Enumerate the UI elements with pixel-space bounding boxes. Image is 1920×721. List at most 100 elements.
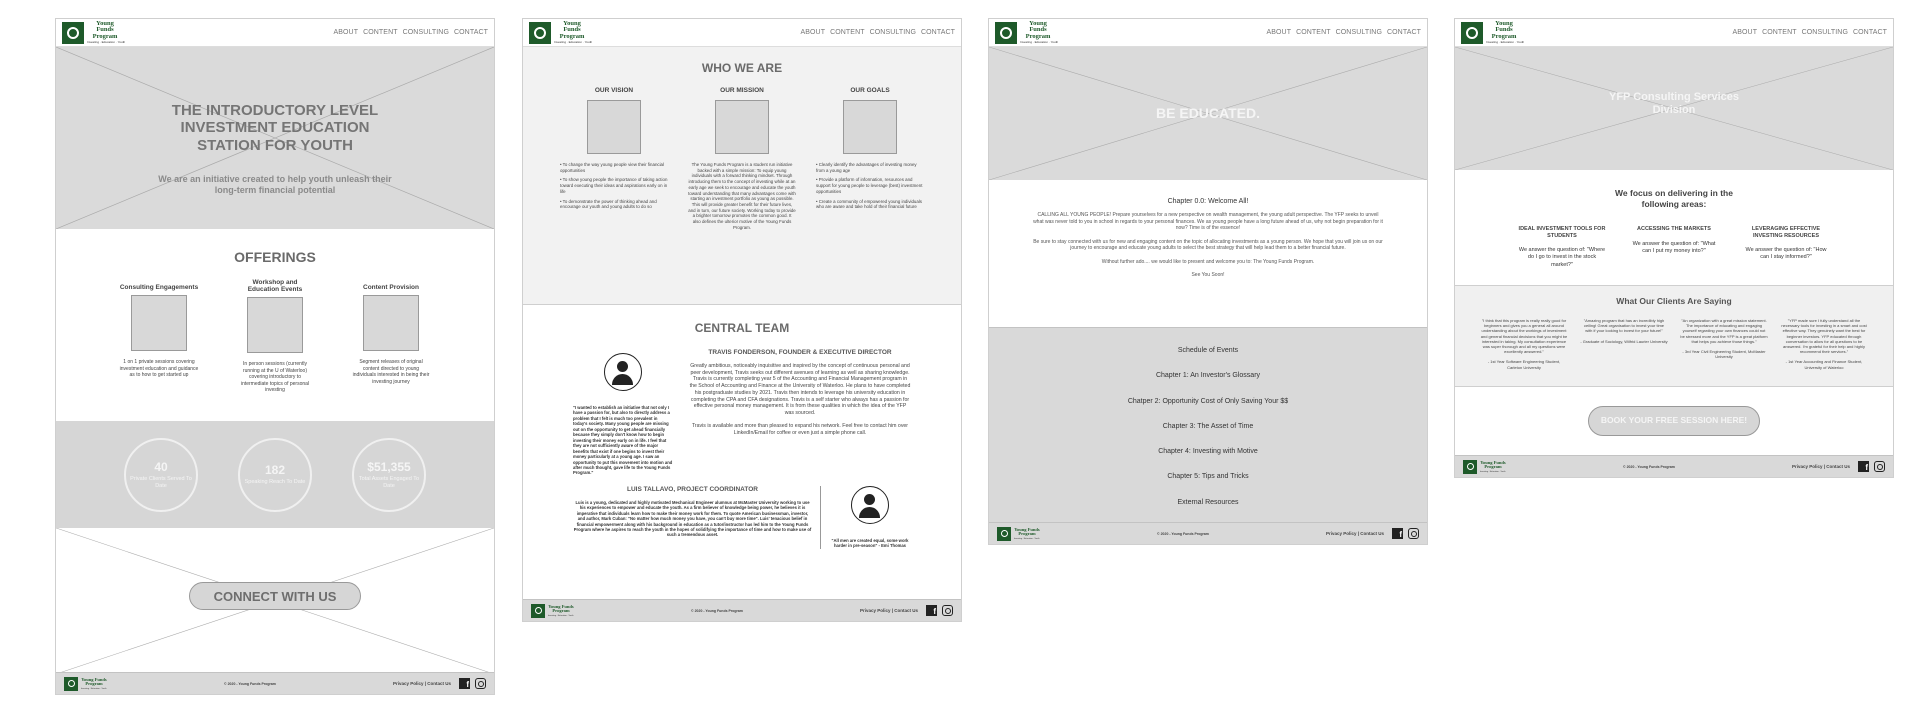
about-column: OUR GOALS • Clearly identify the advanta… [816,87,924,231]
logo-icon [997,526,1011,541]
footer-logo[interactable]: Young Funds Program Investing · Education… [531,603,574,618]
main-nav: ABOUT CONTENT CONSULTING CONTACT [1266,29,1421,36]
footer-links[interactable]: Privacy Policy | Contact Us [860,608,918,613]
nav-contact[interactable]: CONTACT [1853,29,1887,36]
nav-content[interactable]: CONTENT [1762,29,1797,36]
footer-logo[interactable]: Young Funds Program Investing · Education… [1463,459,1506,474]
footer-links[interactable]: Privacy Policy | Contact Us [1326,531,1384,536]
logo-tagline: Investing · Education · Youth [87,40,126,45]
nav-contact[interactable]: CONTACT [921,29,955,36]
footer-logo[interactable]: Young Funds Program Investing · Education… [64,676,107,691]
nav-about[interactable]: ABOUT [1732,29,1757,36]
main-nav: ABOUT CONTENT CONSULTING CONTACT [800,29,955,36]
chapter-link[interactable]: Chapter 4: Investing with Motive [989,439,1427,464]
book-session-button[interactable]: BOOK YOUR FREE SESSION HERE! [1588,406,1760,436]
chapter-link[interactable]: External Resources [989,490,1427,515]
nav-contact[interactable]: CONTACT [454,29,488,36]
chapter-link[interactable]: Chapter 3: The Asset of Time [989,414,1427,439]
footer-logo[interactable]: Young Funds Program Investing · Education… [997,526,1040,541]
mission-text: The Young Funds Program is a student run… [688,162,796,230]
logo-icon [529,21,551,44]
logo-tagline: Investing · Education · Youth [81,687,107,690]
site-logo[interactable]: Young Funds Program Investing · Education… [529,19,592,45]
logo-tagline: Investing · Education · Youth [1020,40,1059,45]
area-title: ACCESSING THE MARKETS [1637,226,1711,233]
member-bio-contact: Travis is available and more than please… [691,422,909,436]
stat-label: Speaking Reach To Date [244,479,306,486]
logo-icon [62,21,84,44]
connect-with-us-button[interactable]: CONNECT WITH US [189,582,361,610]
facebook-icon[interactable]: f [459,678,470,689]
nav-content[interactable]: CONTENT [830,29,865,36]
offering-image-placeholder [363,295,419,351]
logo-icon [64,676,78,691]
testimonial-text: "YFP made sure I fully understand all th… [1781,318,1867,355]
chapter-link[interactable]: Chapter 5: Tips and Tricks [989,464,1427,489]
logo-name: Young Funds Program [548,603,574,613]
logo-tagline: Investing · Education · Youth [1480,470,1506,473]
facebook-icon[interactable]: f [1858,461,1869,472]
instagram-icon[interactable] [942,605,953,616]
nav-consulting[interactable]: CONSULTING [403,29,449,36]
focus-areas: IDEAL INVESTMENT TOOLS FOR STUDENTS We a… [1455,226,1893,269]
stat-circle: $51,355 Total Assets Engaged To Date [352,437,426,512]
offerings-list: Consulting Engagements 1 on 1 private se… [56,279,494,394]
member-name: LUIS TALLAVO, PROJECT COORDINATOR [627,485,758,493]
logo-tagline: Investing · Education · Youth [1486,40,1525,45]
site-header: Young Funds Program Investing · Educatio… [56,19,494,47]
hero-image-placeholder: YFP Consulting Services Division [1455,47,1893,170]
nav-consulting[interactable]: CONSULTING [1802,29,1848,36]
nav-contact[interactable]: CONTACT [1387,29,1421,36]
nav-consulting[interactable]: CONSULTING [1336,29,1382,36]
home-page-wireframe: Young Funds Program Investing · Educatio… [55,18,495,695]
site-logo[interactable]: Young Funds Program Investing · Education… [1461,19,1525,45]
site-logo[interactable]: Young Funds Program Investing · Educatio… [62,20,126,45]
central-team-title: CENTRAL TEAM [694,321,790,335]
testimonial-text: "Amazing program that has an incredibly … [1583,318,1665,334]
focus-area: IDEAL INVESTMENT TOOLS FOR STUDENTS We a… [1518,226,1606,269]
offering-item: Content Provision Segment releases of or… [346,279,436,394]
offering-image-placeholder [247,297,303,353]
offering-title: Content Provision [363,284,419,291]
nav-content[interactable]: CONTENT [363,29,398,36]
stat-circle: 182 Speaking Reach To Date [238,437,312,512]
goal-bullet: • Clearly identify the advantages of inv… [816,162,917,173]
column-title: OUR VISION [594,87,634,94]
facebook-icon[interactable]: f [926,605,937,616]
member-name: TRAVIS FONDERSON, FOUNDER & EXECUTIVE DI… [708,349,892,356]
footer-links[interactable]: Privacy Policy | Contact Us [393,681,451,686]
nav-content[interactable]: CONTENT [1296,29,1331,36]
wireframe-board: Young Funds Program Investing · Educatio… [0,0,1920,721]
facebook-icon[interactable]: f [1392,528,1403,539]
site-footer: Young Funds Program Investing · Education… [1455,455,1893,477]
area-desc: We answer the question of: "How can I st… [1745,247,1827,261]
welcome-paragraph: Without further ado.... we would like to… [1101,258,1315,265]
logo-icon [531,603,545,618]
nav-consulting[interactable]: CONSULTING [870,29,916,36]
instagram-icon[interactable] [1408,528,1419,539]
chapter-link[interactable]: Schedule of Events [989,338,1427,363]
instagram-icon[interactable] [1874,461,1885,472]
chapter-link[interactable]: Chatper 2: Opportunity Cost of Only Savi… [989,389,1427,414]
nav-about[interactable]: ABOUT [333,29,358,36]
instagram-icon[interactable] [475,678,486,689]
main-nav: ABOUT CONTENT CONSULTING CONTACT [1732,29,1887,36]
avatar-icon [851,485,889,524]
logo-name: Young Funds Program [559,19,585,40]
nav-about[interactable]: ABOUT [1266,29,1291,36]
logo-name: Young Funds Program [1491,19,1517,40]
site-footer: Young Funds Program Investing · Education… [56,672,494,694]
area-desc: We answer the question of: "Where do I g… [1518,247,1606,268]
site-logo[interactable]: Young Funds Program Investing · Education… [995,20,1059,45]
area-title: IDEAL INVESTMENT TOOLS FOR STUDENTS [1518,226,1606,239]
logo-name: Young Funds Program [1480,459,1506,469]
logo-tagline: Investing · Education · Youth [1014,537,1040,540]
member-bio: Greatly ambitious, noticeably inquisitiv… [689,362,911,417]
footer-links[interactable]: Privacy Policy | Contact Us [1792,464,1850,469]
copyright-text: © 2020 - Young Funds Program [691,608,743,613]
vision-bullet: • To demonstrate the power of thinking a… [560,198,657,210]
testimonial: "An organization with a great mission st… [1680,318,1768,370]
main-nav: ABOUT CONTENT CONSULTING CONTACT [333,29,488,36]
chapter-link[interactable]: Chapter 1: An Investor's Glossary [989,363,1427,388]
nav-about[interactable]: ABOUT [800,29,825,36]
